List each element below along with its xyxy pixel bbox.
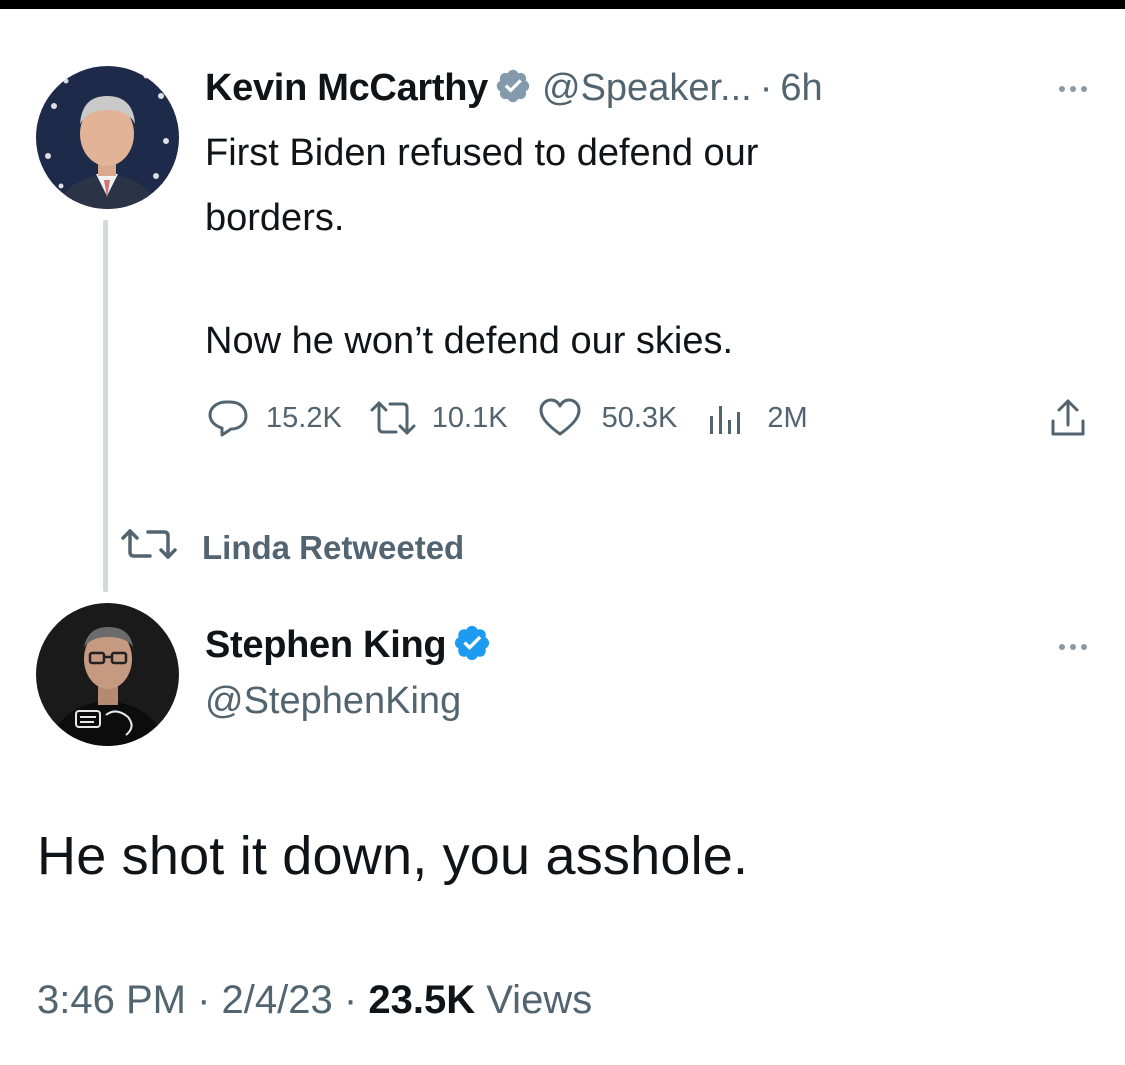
like-count: 50.3K [601,401,678,434]
retweet-button[interactable]: 10.1K [368,398,508,438]
mccarthy-header: Kevin McCarthy @Speaker... · 6h [205,65,823,111]
tweet-actions-bar: 15.2K 10.1K 50.3K 2M [206,398,1086,438]
stephen-king-header: Stephen King [205,622,502,668]
tweet-text-line-2: borders. [205,197,345,239]
reply-author-name[interactable]: Stephen King [205,624,447,667]
share-icon [1048,397,1088,439]
tweet-text-line-3: Now he won’t defend our skies. [205,320,734,362]
more-options-icon[interactable] [1059,644,1087,650]
author-name[interactable]: Kevin McCarthy [205,67,488,110]
tweet-date[interactable]: 2/4/23 [222,978,333,1022]
reply-author-handle[interactable]: @StephenKing [205,680,461,723]
retweet-banner[interactable]: Linda Retweeted [118,527,464,569]
tweet-text-line-1: First Biden refused to defend our [205,132,759,174]
tweet-metadata: 3:46 PM · 2/4/23 · 23.5K Views [37,978,592,1023]
share-button[interactable] [1048,397,1088,439]
reply-icon [206,398,250,438]
views-label: Views [486,978,593,1022]
mccarthy-avatar[interactable] [36,66,179,209]
retweet-count: 10.1K [431,401,508,434]
reply-count: 15.2K [266,401,342,434]
separator-dot: · [759,66,773,109]
verified-badge-icon [452,623,492,668]
like-button[interactable]: 50.3K [538,398,678,438]
separator-dot: · [197,978,211,1022]
tweet-time[interactable]: 3:46 PM [37,978,186,1022]
stephen-king-avatar[interactable] [36,603,179,746]
retweet-icon [118,527,180,569]
views-total: 23.5K [368,978,476,1022]
retweet-banner-label: Linda Retweeted [202,529,465,566]
author-handle[interactable]: @Speaker... [542,67,752,110]
heart-icon [538,398,582,438]
tweet-age[interactable]: 6h [780,67,822,110]
views-count: 2M [767,401,808,434]
more-options-icon[interactable] [1059,86,1087,92]
thread-connector-line [103,220,108,592]
reply-tweet-text: He shot it down, you asshole. [37,826,749,886]
retweet-icon [368,398,418,438]
verified-badge-icon [494,67,532,110]
views-chart-icon [707,398,745,438]
separator-dot: · [343,978,358,1022]
reply-button[interactable]: 15.2K [206,398,342,438]
top-edge-bar [0,0,1125,9]
views-button[interactable]: 2M [707,398,808,438]
